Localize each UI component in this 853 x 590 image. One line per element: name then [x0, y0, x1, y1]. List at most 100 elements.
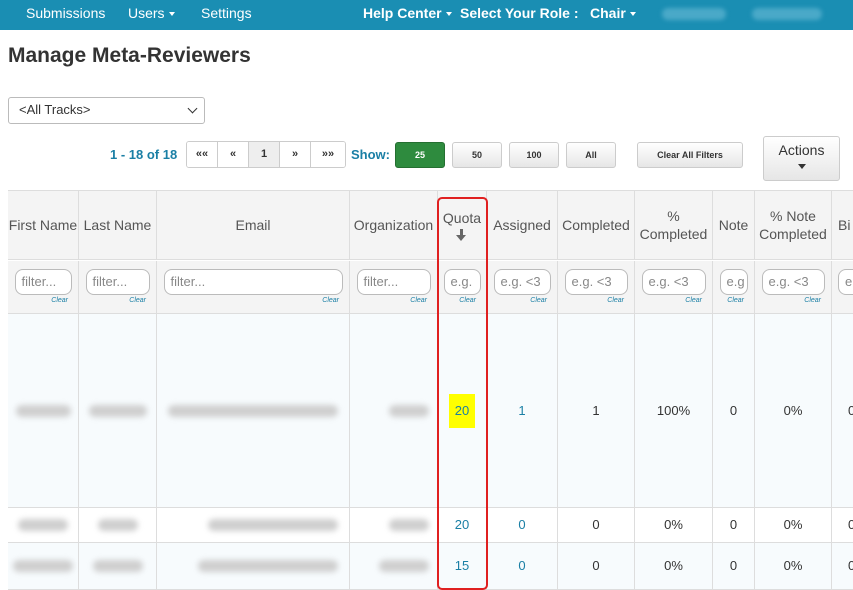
show-25-button[interactable]: 25 [395, 142, 445, 168]
bi-cell: 0 [832, 508, 853, 542]
clear-filter-link[interactable]: Clear [129, 297, 146, 305]
blurred-email[interactable] [168, 404, 338, 417]
email-filter-input[interactable]: filter... [163, 269, 343, 295]
prev-page-button[interactable]: « [218, 142, 249, 167]
quota-cell: 20 [438, 314, 487, 507]
col-completed[interactable]: Completed [558, 191, 635, 259]
nav-help-center[interactable]: Help Center [363, 0, 452, 30]
show-label: Show: [351, 147, 390, 162]
blurred-organization [388, 519, 429, 531]
first-name-cell [8, 508, 79, 542]
nav-users[interactable]: Users [128, 0, 175, 30]
bi-cell: 0 [832, 543, 853, 589]
last-page-button[interactable]: »» [311, 142, 345, 167]
blurred-first-name [13, 560, 73, 572]
filter-cell: e.g. Clear [438, 261, 487, 313]
clear-filter-link[interactable]: Clear [685, 297, 702, 305]
note-cell: 0 [713, 508, 755, 542]
organization-cell [350, 314, 438, 507]
col-pct-note-completed[interactable]: % Note Completed [755, 191, 832, 259]
nav-users-label: Users [128, 5, 165, 21]
col-pct-completed[interactable]: % Completed [635, 191, 713, 259]
blurred-last-name [97, 519, 138, 531]
clear-filter-link[interactable]: Clear [51, 297, 68, 305]
clear-filter-link[interactable]: Clear [727, 297, 744, 305]
clear-filter-link[interactable]: Clear [530, 297, 547, 305]
nav-help-center-label: Help Center [363, 5, 442, 21]
filter-cell: e.g. <3 Clear [487, 261, 558, 313]
col-organization[interactable]: Organization [350, 191, 438, 259]
email-cell [157, 508, 350, 542]
clear-filter-link[interactable]: Clear [322, 297, 339, 305]
email-cell [157, 543, 350, 589]
filter-cell: filter... Clear [157, 261, 350, 313]
pct-note-filter-input[interactable]: e.g. <3 [761, 269, 825, 295]
note-filter-input[interactable]: e.g [719, 269, 748, 295]
next-page-button[interactable]: » [280, 142, 311, 167]
last-name-filter-input[interactable]: filter... [85, 269, 150, 295]
col-note[interactable]: Note [713, 191, 755, 259]
actions-button[interactable]: Actions [763, 136, 840, 181]
first-name-cell [8, 543, 79, 589]
completed-filter-input[interactable]: e.g. <3 [564, 269, 628, 295]
pct-note-cell: 0% [755, 508, 832, 542]
blurred-last-name [92, 560, 143, 572]
quota-value-highlighted[interactable]: 20 [448, 393, 476, 428]
blurred-email[interactable] [198, 560, 338, 572]
nav-settings[interactable]: Settings [201, 0, 252, 30]
blurred-user-menu[interactable] [752, 8, 822, 20]
col-email[interactable]: Email [157, 191, 350, 259]
note-cell: 0 [713, 543, 755, 589]
bi-filter-input[interactable]: e [838, 269, 853, 295]
blurred-last-name [88, 404, 147, 417]
pagination-range: 1 - 18 of 18 [110, 147, 178, 162]
nav-submissions[interactable]: Submissions [26, 0, 105, 30]
actions-label: Actions [778, 142, 825, 158]
email-cell [157, 314, 350, 507]
filter-cell: filter... Clear [79, 261, 157, 313]
col-bi[interactable]: Bi [832, 191, 853, 259]
blurred-user-name[interactable] [662, 8, 726, 20]
show-100-button[interactable]: 100 [509, 142, 559, 168]
blurred-first-name [15, 404, 71, 417]
pct-note-cell: 0% [755, 543, 832, 589]
col-first-name[interactable]: First Name [8, 191, 79, 259]
filter-cell: e [832, 261, 853, 313]
clear-filter-link[interactable]: Clear [410, 297, 427, 305]
filter-cell: e.g. <3 Clear [635, 261, 713, 313]
meta-reviewers-table: First Name Last Name Email Organization … [8, 190, 853, 590]
caret-down-icon [797, 164, 806, 169]
col-last-name[interactable]: Last Name [79, 191, 157, 259]
track-select[interactable]: <All Tracks> [8, 97, 205, 124]
table-header-row: First Name Last Name Email Organization … [8, 190, 853, 260]
caret-down-icon [445, 12, 452, 17]
caret-down-icon [168, 12, 175, 17]
quota-cell[interactable]: 15 [438, 543, 487, 589]
assigned-filter-input[interactable]: e.g. <3 [493, 269, 551, 295]
col-assigned[interactable]: Assigned [487, 191, 558, 259]
assigned-cell[interactable]: 1 [487, 314, 558, 507]
col-quota-label: Quota [442, 210, 482, 226]
first-name-filter-input[interactable]: filter... [14, 269, 72, 295]
blurred-email[interactable] [208, 519, 338, 531]
clear-filter-link[interactable]: Clear [607, 297, 624, 305]
first-page-button[interactable]: «« [187, 142, 218, 167]
organization-filter-input[interactable]: filter... [356, 269, 431, 295]
pct-note-cell: 0% [755, 314, 832, 507]
clear-all-filters-button[interactable]: Clear All Filters [637, 142, 743, 168]
role-dropdown[interactable]: Chair [590, 0, 636, 30]
assigned-cell[interactable]: 0 [487, 543, 558, 589]
clear-filter-link[interactable]: Clear [459, 297, 476, 305]
assigned-cell[interactable]: 0 [487, 508, 558, 542]
quota-filter-input[interactable]: e.g. [443, 269, 481, 295]
track-select-value: <All Tracks> [19, 102, 91, 117]
show-all-button[interactable]: All [566, 142, 616, 168]
quota-cell[interactable]: 20 [438, 508, 487, 542]
col-quota[interactable]: Quota [438, 191, 487, 259]
pct-completed-filter-input[interactable]: e.g. <3 [641, 269, 706, 295]
completed-cell: 1 [558, 314, 635, 507]
current-page-button[interactable]: 1 [249, 142, 280, 167]
first-name-cell [8, 314, 79, 507]
show-50-button[interactable]: 50 [452, 142, 502, 168]
clear-filter-link[interactable]: Clear [804, 297, 821, 305]
